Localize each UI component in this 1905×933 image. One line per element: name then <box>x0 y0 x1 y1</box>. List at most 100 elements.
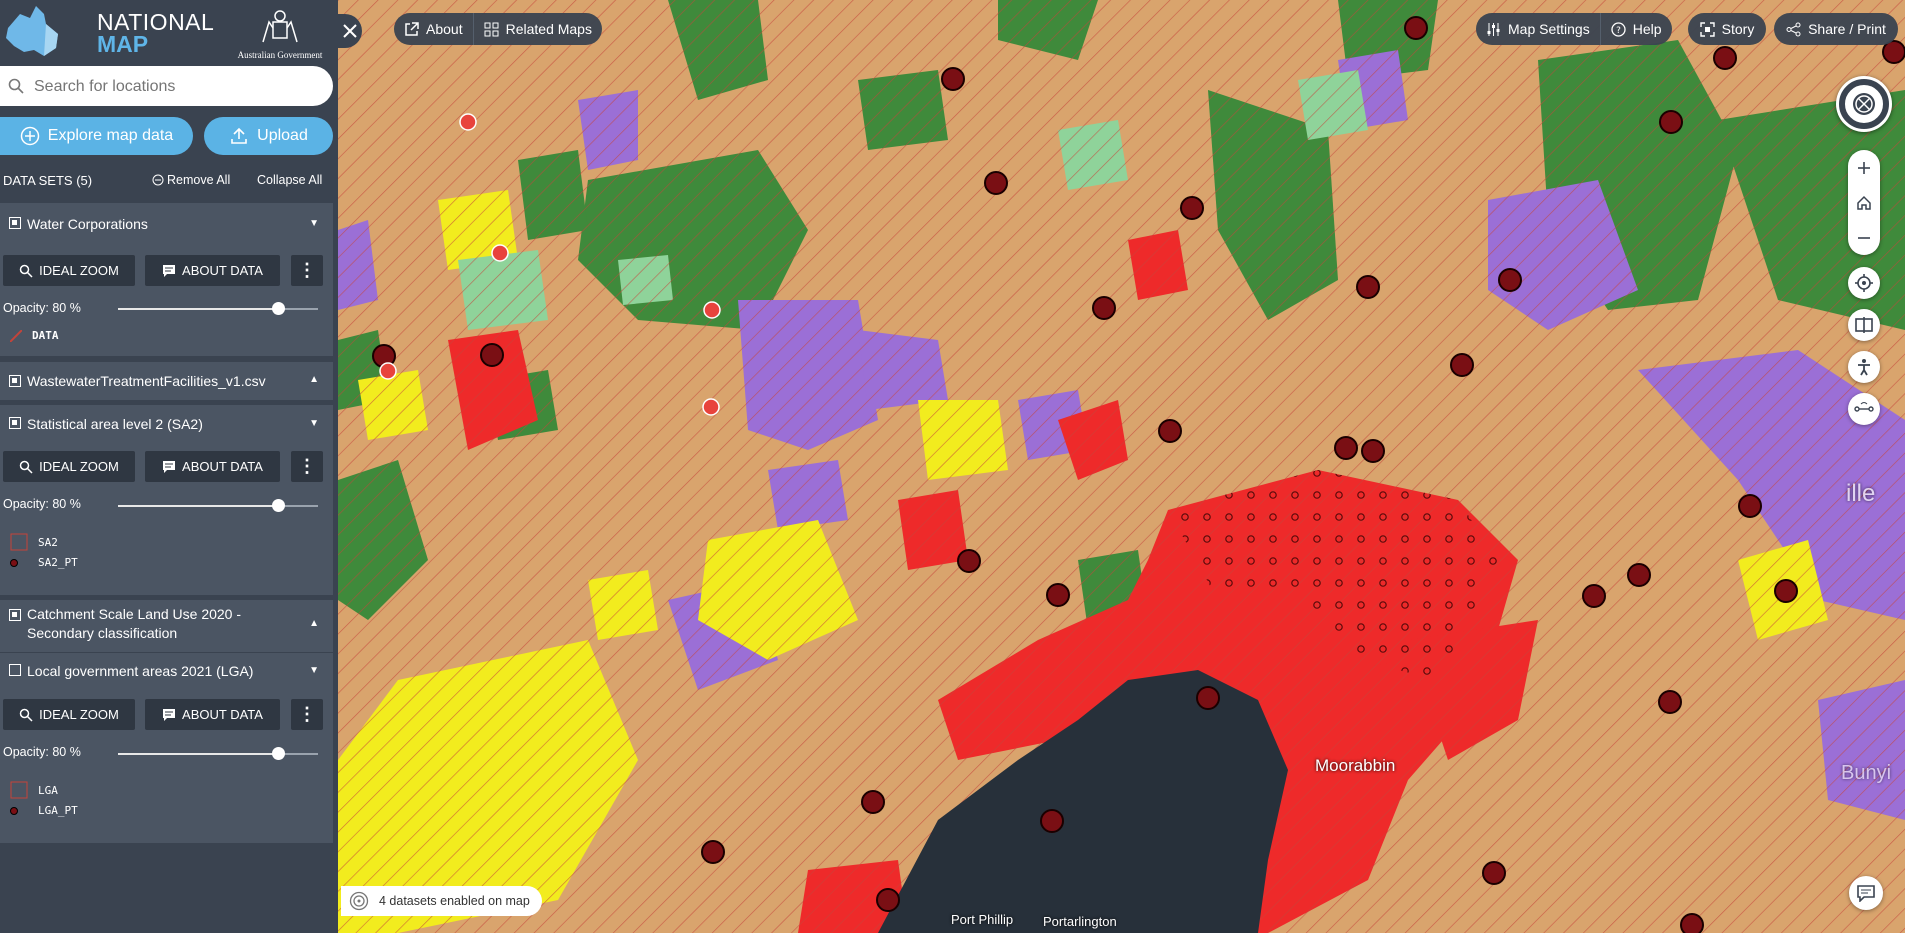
location-search[interactable] <box>0 66 333 108</box>
opacity-slider[interactable] <box>118 499 318 512</box>
point-marker[interactable] <box>1482 861 1506 885</box>
point-marker[interactable] <box>1713 46 1737 70</box>
point-marker[interactable] <box>1040 809 1064 833</box>
point-marker[interactable] <box>876 888 900 912</box>
point-marker[interactable] <box>1158 419 1182 443</box>
dataset-checkbox[interactable] <box>9 217 21 229</box>
point-marker[interactable] <box>1680 913 1704 933</box>
chevron-down-icon[interactable]: ▼ <box>309 665 319 676</box>
upload-button[interactable]: Upload <box>204 117 333 155</box>
point-marker[interactable] <box>1404 16 1428 40</box>
ideal-zoom-button[interactable]: IDEAL ZOOM <box>3 699 135 730</box>
about-data-button[interactable]: ABOUT DATA <box>145 699 280 730</box>
point-marker[interactable] <box>1582 584 1606 608</box>
about-data-button[interactable]: ABOUT DATA <box>145 451 280 482</box>
point-marker[interactable] <box>941 67 965 91</box>
slider-knob[interactable] <box>272 747 285 760</box>
search-input[interactable] <box>32 66 326 108</box>
point-marker[interactable] <box>1092 296 1116 320</box>
point-marker[interactable] <box>1334 436 1358 460</box>
legend-item: DATA <box>10 329 59 342</box>
slider-knob[interactable] <box>272 302 285 315</box>
point-marker-small[interactable] <box>703 301 721 319</box>
point-marker-small[interactable] <box>491 244 509 262</box>
chevron-down-icon[interactable]: ▼ <box>309 418 319 429</box>
collapse-all-button[interactable]: Collapse All <box>257 173 322 187</box>
point-marker[interactable] <box>1196 686 1220 710</box>
feedback-button[interactable] <box>1849 876 1883 910</box>
street-view-button[interactable] <box>1848 351 1880 383</box>
point-marker[interactable] <box>1356 275 1380 299</box>
my-location-button[interactable] <box>1848 267 1880 299</box>
dataset-sa2: Statistical area level 2 (SA2) ▼ IDEAL Z… <box>0 405 333 595</box>
more-options-icon[interactable]: ⋮ <box>291 699 323 730</box>
land-use-map[interactable] <box>338 0 1905 933</box>
point-marker[interactable] <box>1627 563 1651 587</box>
search-icon <box>8 78 24 94</box>
point-marker[interactable] <box>957 549 981 573</box>
point-marker[interactable] <box>1659 110 1683 134</box>
minus-icon <box>1858 236 1870 239</box>
point-marker[interactable] <box>861 790 885 814</box>
explore-map-data-button[interactable]: Explore map data <box>0 117 193 155</box>
point-marker-small[interactable] <box>459 113 477 131</box>
search-icon <box>19 264 33 278</box>
dataset-checkbox[interactable] <box>9 664 21 676</box>
point-marker[interactable] <box>1450 353 1474 377</box>
map-settings-button[interactable]: Map Settings <box>1476 13 1600 45</box>
about-button[interactable]: About <box>394 13 473 45</box>
point-marker[interactable] <box>1361 439 1385 463</box>
dataset-header[interactable]: Catchment Scale Land Use 2020 - Secondar… <box>0 600 333 652</box>
zoom-in-button[interactable] <box>1848 150 1880 185</box>
map-label-bunyip: Bunyi <box>1841 762 1892 784</box>
story-button[interactable]: Story <box>1688 13 1766 45</box>
point-marker[interactable] <box>1738 494 1762 518</box>
point-marker[interactable] <box>1180 196 1204 220</box>
map-canvas[interactable]: Moorabbin Port Phillip Portarlington ill… <box>338 0 1905 933</box>
dataset-header[interactable]: Local government areas 2021 (LGA) ▼ <box>0 653 333 693</box>
dataset-header[interactable]: WastewaterTreatmentFacilities_v1.csv ▲ <box>0 362 333 400</box>
dataset-checkbox[interactable] <box>9 417 21 429</box>
ideal-zoom-button[interactable]: IDEAL ZOOM <box>3 255 135 286</box>
ideal-zoom-button[interactable]: IDEAL ZOOM <box>3 451 135 482</box>
chevron-down-icon[interactable]: ▼ <box>309 218 319 229</box>
dataset-header[interactable]: Statistical area level 2 (SA2) ▼ <box>0 405 333 445</box>
chevron-up-icon[interactable]: ▲ <box>309 618 319 629</box>
split-screen-button[interactable] <box>1848 309 1880 341</box>
dataset-header[interactable]: Water Corporations ▼ <box>0 203 333 247</box>
compass-control[interactable] <box>1836 76 1892 132</box>
point-marker[interactable] <box>1658 690 1682 714</box>
point-marker[interactable] <box>1046 583 1070 607</box>
compare-icon <box>1855 317 1873 333</box>
dataset-checkbox[interactable] <box>9 609 21 621</box>
legend-label: LGA <box>38 783 58 797</box>
help-label: Help <box>1632 21 1662 37</box>
national-map-logo[interactable]: NATIONAL MAP <box>97 11 214 56</box>
opacity-slider[interactable] <box>118 747 318 760</box>
point-marker-small[interactable] <box>379 362 397 380</box>
point-marker[interactable] <box>1498 268 1522 292</box>
datasets-status-bar[interactable]: 4 datasets enabled on map <box>341 886 542 916</box>
about-data-label: ABOUT DATA <box>182 263 263 278</box>
point-marker[interactable] <box>701 840 725 864</box>
remove-all-button[interactable]: Remove All <box>152 173 230 187</box>
slider-knob[interactable] <box>272 499 285 512</box>
about-data-button[interactable]: ABOUT DATA <box>145 255 280 286</box>
point-marker[interactable] <box>984 171 1008 195</box>
point-marker[interactable] <box>1774 579 1798 603</box>
point-marker[interactable] <box>480 343 504 367</box>
zoom-out-button[interactable] <box>1848 220 1880 255</box>
point-marker-small[interactable] <box>702 398 720 416</box>
home-button[interactable] <box>1848 185 1880 220</box>
share-print-button[interactable]: Share / Print <box>1774 13 1898 45</box>
more-options-icon[interactable]: ⋮ <box>291 255 323 286</box>
chevron-up-icon[interactable]: ▲ <box>309 374 319 385</box>
measure-tool-button[interactable] <box>1848 393 1880 425</box>
dataset-checkbox[interactable] <box>9 375 21 387</box>
related-maps-button[interactable]: Related Maps <box>472 13 602 45</box>
opacity-slider[interactable] <box>118 302 318 315</box>
help-button[interactable]: ? Help <box>1599 13 1672 45</box>
share-icon <box>1786 22 1801 36</box>
more-options-icon[interactable]: ⋮ <box>291 451 323 482</box>
dataset-title: Statistical area level 2 (SA2) <box>27 416 203 432</box>
